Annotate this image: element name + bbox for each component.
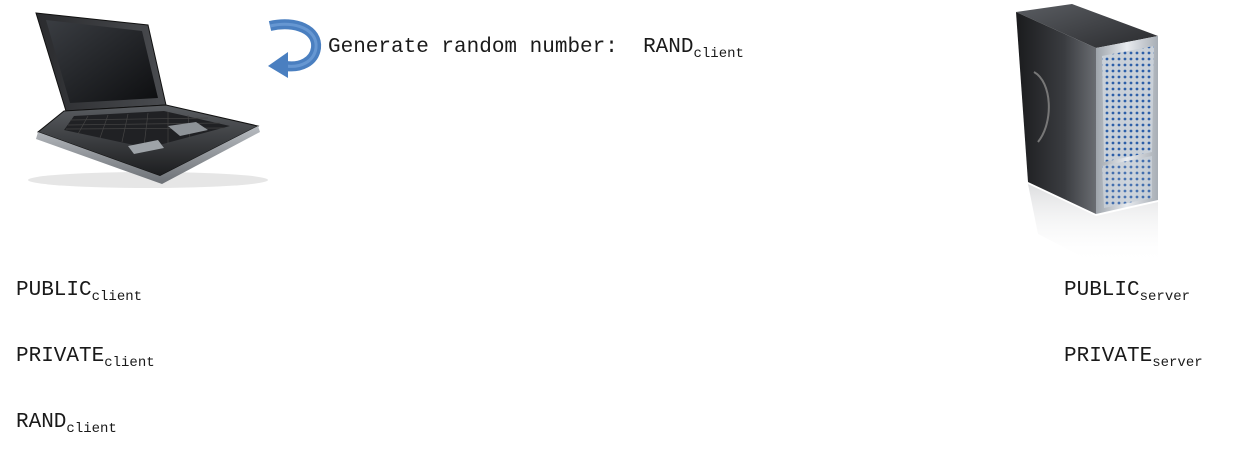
client-rand-sub: client — [66, 421, 117, 437]
server-public-main: PUBLIC — [1064, 279, 1140, 302]
server-public-sub: server — [1139, 289, 1191, 305]
client-private-key-label: PRIVATEclient — [16, 345, 155, 371]
server-public-key-label: PUBLICserver — [1064, 279, 1191, 305]
generate-random-step: Generate random number: RANDclient — [328, 36, 744, 62]
generate-step-value-main: RAND — [643, 36, 694, 59]
client-rand-main: RAND — [16, 411, 67, 434]
client-private-main: PRIVATE — [16, 345, 105, 368]
generate-step-value: RANDclient — [643, 36, 744, 62]
client-rand-label: RANDclient — [16, 411, 117, 437]
generate-step-text: Generate random number: — [328, 36, 618, 59]
client-private-sub: client — [104, 355, 155, 371]
laptop-icon — [8, 8, 272, 192]
generate-step-value-sub: client — [693, 46, 744, 62]
self-loop-arrow-icon — [266, 18, 322, 78]
server-private-sub: server — [1152, 355, 1203, 371]
client-public-sub: client — [91, 289, 143, 305]
server-private-key-label: PRIVATEserver — [1064, 345, 1203, 371]
client-public-key-label: PUBLICclient — [16, 279, 143, 305]
client-public-main: PUBLIC — [16, 279, 92, 302]
server-icon — [1008, 2, 1168, 267]
server-private-main: PRIVATE — [1064, 345, 1153, 368]
